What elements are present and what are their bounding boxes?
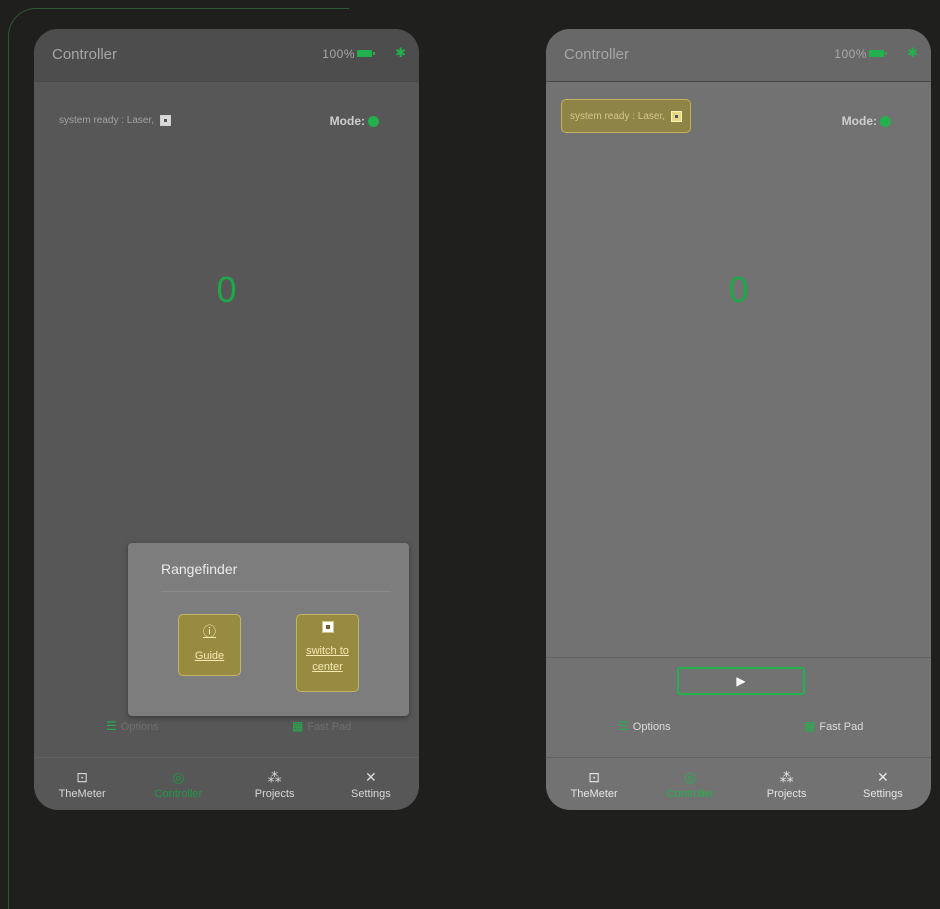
dialog-divider xyxy=(161,591,391,592)
mode-label: Mode: xyxy=(841,114,877,128)
mode-dot-icon xyxy=(368,115,379,127)
battery-percentage: 100% xyxy=(834,47,867,61)
sliders-icon: ☰ xyxy=(106,719,117,733)
nav-item-themeter[interactable]: ⊡ TheMeter xyxy=(554,769,634,800)
grid-icon: ⁂ xyxy=(267,768,282,785)
nav-item-projects[interactable]: ⁂ Projects xyxy=(747,769,827,800)
pad-grid-icon: ▦ xyxy=(804,719,816,733)
bottom-navigation: ⊡ TheMeter ◎ Controller ⁂ Projects ✕ Set… xyxy=(34,757,419,810)
tools-icon: ✕ xyxy=(365,768,377,785)
nav-label: Controller xyxy=(666,787,715,800)
nav-item-controller[interactable]: ◎ Controller xyxy=(138,769,218,800)
status-text: system ready : Laser, xyxy=(570,110,666,122)
bottom-navigation: ⊡ TheMeter ◎ Controller ⁂ Projects ✕ Set… xyxy=(546,757,931,810)
nav-item-controller[interactable]: ◎ Controller xyxy=(650,769,730,800)
app-header: Controller 100% ✱ xyxy=(546,29,931,82)
bluetooth-icon[interactable]: ✱ xyxy=(395,45,406,61)
fast-pad-button[interactable]: ▦ Fast Pad xyxy=(804,713,863,733)
options-label: Options xyxy=(120,721,159,733)
play-button[interactable]: ▶ xyxy=(677,667,805,695)
mode-label: Mode: xyxy=(329,114,365,128)
pad-grid-icon: ▦ xyxy=(292,719,304,733)
play-icon: ▶ xyxy=(736,674,746,688)
nav-label: Settings xyxy=(351,787,391,800)
options-button[interactable]: ☰ Options xyxy=(618,713,671,733)
status-indicator[interactable]: system ready : Laser, xyxy=(52,105,178,135)
fast-pad-label: Fast Pad xyxy=(819,721,864,733)
dialog-title: Rangefinder xyxy=(161,561,238,577)
battery-icon xyxy=(357,50,375,57)
phone-screen-right: Controller 100% ✱ system ready : Laser, … xyxy=(546,29,931,810)
nav-label: Controller xyxy=(154,787,203,800)
battery-icon xyxy=(869,50,887,57)
nav-item-themeter[interactable]: ⊡ TheMeter xyxy=(42,769,122,800)
sliders-icon: ☰ xyxy=(618,719,629,733)
laser-square-icon xyxy=(160,114,172,126)
laser-square-icon xyxy=(671,110,683,122)
nav-label: TheMeter xyxy=(570,787,618,800)
options-label: Options xyxy=(632,721,671,733)
bluetooth-icon[interactable]: ✱ xyxy=(907,45,918,61)
mode-selector[interactable]: Mode: xyxy=(330,114,379,128)
switch-label-line1: switch to xyxy=(306,645,349,657)
guide-label: Guide xyxy=(194,650,225,662)
rangefinder-dialog: Rangefinder ⓘ Guide switch to center xyxy=(128,543,409,716)
info-icon: ⓘ xyxy=(202,624,216,639)
nav-item-projects[interactable]: ⁂ Projects xyxy=(235,769,315,800)
nav-label: Projects xyxy=(766,787,807,800)
measurement-reading: 0 xyxy=(216,269,237,310)
gamepad-icon: ◎ xyxy=(172,768,185,785)
battery-percentage: 100% xyxy=(322,47,355,61)
app-title: Controller xyxy=(564,46,630,63)
nav-label: Settings xyxy=(863,787,903,800)
laser-square-icon xyxy=(297,621,358,637)
nav-item-settings[interactable]: ✕ Settings xyxy=(843,769,923,800)
fast-pad-label: Fast Pad xyxy=(307,721,352,733)
status-indicator[interactable]: system ready : Laser, xyxy=(561,99,692,133)
tools-icon: ✕ xyxy=(877,768,889,785)
nav-label: TheMeter xyxy=(58,787,106,800)
meter-icon: ⊡ xyxy=(76,768,88,785)
nav-label: Projects xyxy=(254,787,295,800)
meter-icon: ⊡ xyxy=(588,768,600,785)
switch-to-center-button[interactable]: switch to center xyxy=(296,614,359,692)
mode-selector[interactable]: Mode: xyxy=(842,114,891,128)
grid-icon: ⁂ xyxy=(779,768,794,785)
mode-dot-icon xyxy=(880,115,891,127)
switch-label-line2: center xyxy=(312,661,343,673)
guide-button[interactable]: ⓘ Guide xyxy=(178,614,241,676)
gamepad-icon: ◎ xyxy=(684,768,697,785)
fast-pad-button[interactable]: ▦ Fast Pad xyxy=(292,713,351,733)
app-title: Controller xyxy=(52,46,118,63)
status-text: system ready : Laser, xyxy=(59,114,155,126)
measurement-reading: 0 xyxy=(728,269,749,310)
divider xyxy=(546,657,931,658)
options-button[interactable]: ☰ Options xyxy=(106,713,159,733)
app-header: Controller 100% ✱ xyxy=(34,29,419,82)
nav-item-settings[interactable]: ✕ Settings xyxy=(331,769,411,800)
